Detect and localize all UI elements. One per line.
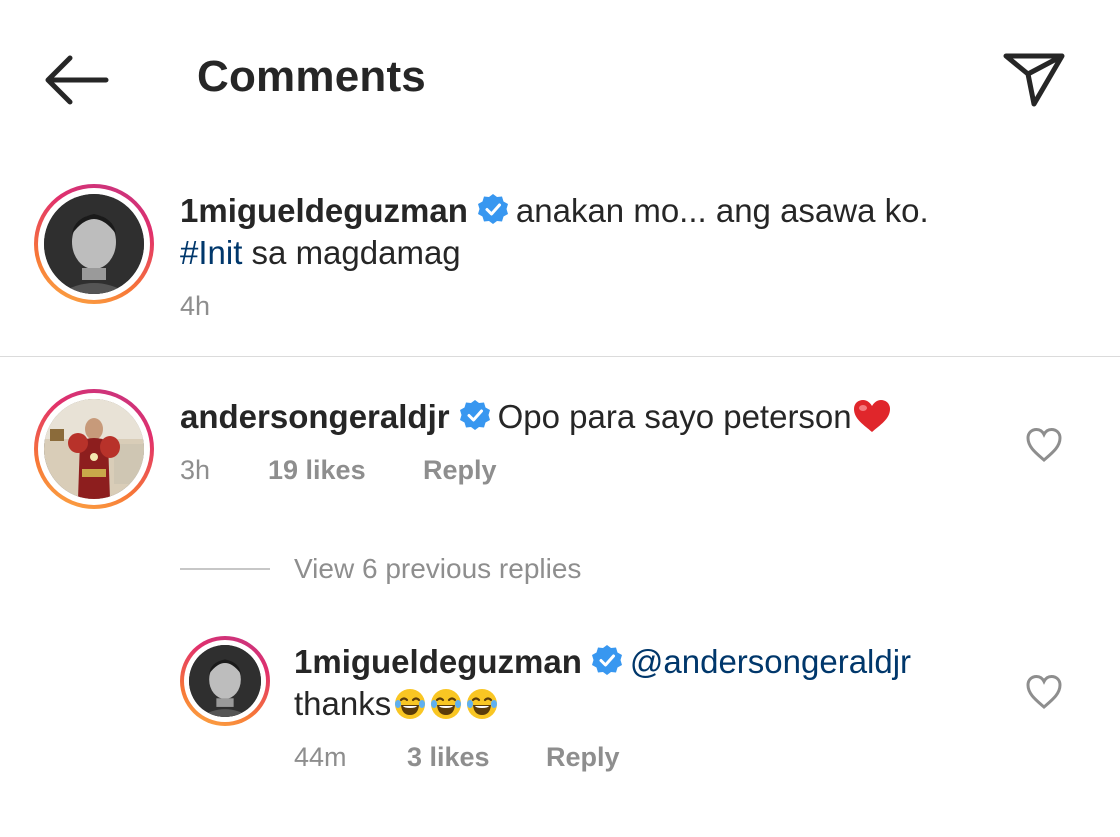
reply-reply-button[interactable]: Reply <box>546 742 620 773</box>
like-heart-icon[interactable] <box>1024 425 1064 465</box>
avatar[interactable] <box>34 184 154 304</box>
caption-body-continued: sa magdamag <box>242 234 461 271</box>
comment-body: Opo para sayo peterson <box>497 398 852 435</box>
mention-link[interactable]: @andersongeraldjr <box>630 643 911 680</box>
verified-badge-icon <box>590 643 624 686</box>
divider <box>0 356 1120 357</box>
reply-username[interactable]: 1migueldeguzman <box>294 643 582 680</box>
reply-body: thanks <box>294 685 392 722</box>
share-paper-plane-icon[interactable] <box>1000 46 1068 110</box>
caption-text-line2: #Init sa magdamag <box>180 233 461 273</box>
reply-meta: 44m 3 likes Reply <box>0 742 700 776</box>
profile-photo <box>44 194 144 294</box>
reply-text: 1migueldeguzman @andersongeraldjr <box>294 642 911 686</box>
caption-username[interactable]: 1migueldeguzman <box>180 192 468 229</box>
like-heart-icon[interactable] <box>1024 672 1064 712</box>
laughing-tears-emoji-icon <box>393 687 427 721</box>
replies-divider-line <box>180 568 270 570</box>
red-heart-emoji-icon <box>852 398 892 434</box>
reply-text-line2: thanks <box>294 684 499 724</box>
verified-badge-icon <box>458 398 492 441</box>
avatar[interactable] <box>34 389 154 509</box>
page-title: Comments <box>197 52 426 101</box>
view-previous-replies-link[interactable]: View 6 previous replies <box>294 553 581 585</box>
avatar[interactable] <box>180 636 270 726</box>
caption-time: 4h <box>180 291 211 321</box>
laughing-tears-emoji-icon <box>429 687 463 721</box>
caption-text: 1migueldeguzman anakan mo... ang asawa ko… <box>180 191 929 235</box>
reply-likes[interactable]: 3 likes <box>407 742 490 773</box>
comment-meta: 3h 19 likes Reply <box>0 455 600 489</box>
verified-badge-icon <box>476 192 510 235</box>
comment-text: andersongeraldjr Opo para sayo peterson <box>180 397 892 441</box>
comment-reply-button[interactable]: Reply <box>423 455 497 486</box>
profile-photo <box>189 645 261 717</box>
laughing-tears-emoji-icon <box>465 687 499 721</box>
back-arrow-icon[interactable] <box>40 50 112 110</box>
caption-body: anakan mo... ang asawa ko. <box>515 192 929 229</box>
comment-likes[interactable]: 19 likes <box>268 455 366 486</box>
hashtag-link[interactable]: #Init <box>180 234 242 271</box>
comment-time: 3h <box>180 455 211 485</box>
reply-time: 44m <box>294 742 347 772</box>
comment-username[interactable]: andersongeraldjr <box>180 398 450 435</box>
